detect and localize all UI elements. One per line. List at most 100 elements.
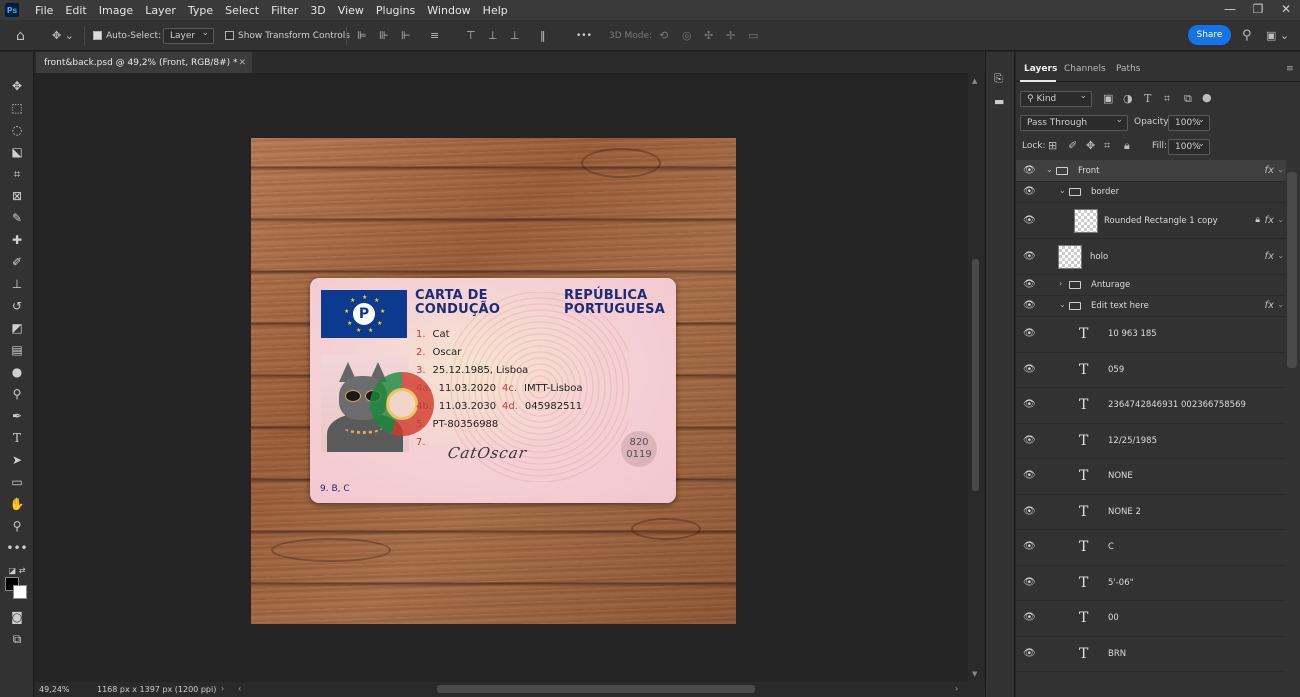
object-select-tool-icon[interactable]: ⬕ <box>7 143 27 161</box>
filter-adjustment-icon[interactable]: ◑ <box>1123 92 1133 105</box>
filter-kind-dropdown[interactable]: ⚲ Kind <box>1020 89 1092 107</box>
layer-row[interactable]: 👁︎ T C <box>1016 530 1286 566</box>
horizontal-scroll-thumb[interactable] <box>437 685 755 693</box>
tab-layers[interactable]: Layers <box>1024 64 1057 74</box>
minimize-button[interactable]: — <box>1216 0 1244 20</box>
collapse-group-icon[interactable]: ⌄ <box>1059 186 1066 195</box>
layer-row[interactable]: 👁︎ › Anturage <box>1016 275 1286 296</box>
frame-tool-icon[interactable]: ⊠ <box>7 187 27 205</box>
3d-rotate-icon[interactable]: ⟲ <box>659 20 668 51</box>
lock-artboard-icon[interactable]: ⌗ <box>1104 139 1110 153</box>
layer-row[interactable]: 👁︎ holo fx ⌄ <box>1016 239 1286 275</box>
align-middle-icon[interactable]: ⊥ <box>488 20 498 51</box>
visibility-eye-icon[interactable]: 👁︎ <box>1023 251 1036 262</box>
layer-row[interactable]: 👁︎ Rounded Rectangle 1 copy 🔒︎ fx ⌄ <box>1016 203 1286 239</box>
menu-edit[interactable]: Edit <box>59 4 92 17</box>
visibility-eye-icon[interactable]: 👁︎ <box>1023 435 1036 446</box>
visibility-eye-icon[interactable]: 👁︎ <box>1023 506 1036 517</box>
align-top-icon[interactable]: ⊤ <box>466 20 476 51</box>
scroll-right-icon[interactable]: › <box>955 684 958 693</box>
type-tool-icon[interactable]: T <box>7 429 27 447</box>
layer-row[interactable]: 👁︎ T 059 <box>1016 352 1286 388</box>
workspace-icon[interactable]: ▣ ⌄ <box>1266 20 1289 51</box>
layer-effects-icon[interactable]: fx <box>1265 300 1274 311</box>
show-transform-toggle[interactable]: Show Transform Controls <box>225 20 350 51</box>
share-button[interactable]: Share <box>1188 25 1231 45</box>
distribute-vertical-icon[interactable]: ‖ <box>540 20 546 51</box>
comments-panel-icon[interactable]: ▬ <box>994 95 1004 108</box>
layer-effects-icon[interactable]: fx <box>1265 165 1274 176</box>
menu-layer[interactable]: Layer <box>139 4 182 17</box>
healing-brush-tool-icon[interactable]: ✚ <box>7 231 27 249</box>
effects-expand-icon[interactable]: ⌄ <box>1277 251 1284 260</box>
home-icon[interactable]: ⌂ <box>16 20 25 51</box>
move-tool-preset-icon[interactable]: ✥ ⌄ <box>52 20 74 51</box>
menu-help[interactable]: Help <box>477 4 514 17</box>
close-tab-icon[interactable]: ✕ <box>238 58 246 68</box>
quick-mask-icon[interactable]: ◙ <box>7 608 27 626</box>
visibility-eye-icon[interactable]: 👁︎ <box>1023 400 1036 410</box>
panel-menu-icon[interactable]: ≡ <box>1286 64 1294 74</box>
layer-row[interactable]: 👁︎ T BRN <box>1016 636 1286 672</box>
effects-expand-icon[interactable]: ⌄ <box>1277 165 1284 174</box>
visibility-eye-icon[interactable]: 👁︎ <box>1023 215 1036 226</box>
status-menu-arrow-icon[interactable]: › <box>221 684 224 693</box>
menu-view[interactable]: View <box>332 4 370 17</box>
lock-position-icon[interactable]: ✥ <box>1086 139 1095 152</box>
visibility-eye-icon[interactable]: 👁︎ <box>1023 577 1036 588</box>
layer-row[interactable]: 👁︎ T 2364742846931 002366758569 <box>1016 388 1286 424</box>
layer-row[interactable]: 👁︎ ⌄ Front fx ⌄ <box>1016 160 1286 182</box>
filter-type-icon[interactable]: T <box>1144 92 1151 105</box>
search-icon[interactable]: ⚲ <box>1242 20 1252 51</box>
layer-row[interactable]: 👁︎ T NONE 2 <box>1016 494 1286 530</box>
layers-scroll-thumb[interactable] <box>1287 172 1297 368</box>
lock-all-icon[interactable]: 🔒︎ <box>1124 139 1130 153</box>
dodge-tool-icon[interactable]: ⚲ <box>7 385 27 403</box>
menu-window[interactable]: Window <box>421 4 476 17</box>
visibility-eye-icon[interactable]: 👁︎ <box>1023 280 1036 290</box>
visibility-eye-icon[interactable]: 👁︎ <box>1023 364 1036 375</box>
fill-input[interactable]: 100% <box>1168 137 1210 155</box>
history-panel-icon[interactable]: ⎘ <box>994 72 1003 86</box>
edit-toolbar-icon[interactable]: ••• <box>6 539 27 557</box>
blend-mode-dropdown[interactable]: Pass Through <box>1020 113 1128 131</box>
lasso-tool-icon[interactable]: ◌ <box>7 121 27 139</box>
filter-toggle-icon[interactable]: ● <box>1202 91 1212 104</box>
layer-row[interactable]: 👁︎ T 12/25/1985 <box>1016 423 1286 459</box>
hand-tool-icon[interactable]: ✋ <box>7 495 27 513</box>
menu-filter[interactable]: Filter <box>265 4 304 17</box>
distribute-icon[interactable]: ≡ <box>430 20 439 51</box>
zoom-level[interactable]: 49,24% <box>39 685 70 694</box>
layer-row[interactable]: 👁︎ T NONE <box>1016 459 1286 495</box>
marquee-tool-icon[interactable]: ⬚ <box>7 99 27 117</box>
layer-row[interactable]: 👁︎ T 5'-06" <box>1016 565 1286 601</box>
lock-transparent-icon[interactable]: ⊞ <box>1048 139 1057 152</box>
blur-tool-icon[interactable]: ● <box>7 363 27 381</box>
layer-effects-icon[interactable]: fx <box>1265 251 1274 262</box>
path-select-tool-icon[interactable]: ➤ <box>7 451 27 469</box>
screen-mode-icon[interactable]: ⧉ <box>7 630 27 648</box>
background-color-swatch[interactable] <box>13 585 27 599</box>
filter-shape-icon[interactable]: ⌗ <box>1164 92 1170 106</box>
crop-tool-icon[interactable]: ⌗ <box>7 165 27 183</box>
lock-image-icon[interactable]: ✐ <box>1068 139 1077 152</box>
auto-select-target-dropdown[interactable]: Layer <box>163 26 215 44</box>
history-brush-tool-icon[interactable]: ↺ <box>7 297 27 315</box>
close-button[interactable]: ✕ <box>1272 0 1300 20</box>
3d-pan-icon[interactable]: ✣ <box>704 20 713 51</box>
auto-select-checkbox[interactable] <box>93 31 102 40</box>
more-options-button[interactable]: ••• <box>576 20 592 51</box>
visibility-eye-icon[interactable]: 👁︎ <box>1023 329 1036 339</box>
pen-tool-icon[interactable]: ✒ <box>7 407 27 425</box>
visibility-eye-icon[interactable]: 👁︎ <box>1023 648 1036 659</box>
eyedropper-tool-icon[interactable]: ✎ <box>7 209 27 227</box>
3d-slide-icon[interactable]: ✢ <box>726 20 735 51</box>
align-center-icon[interactable]: ⊪ <box>379 20 389 51</box>
opacity-input[interactable]: 100% <box>1168 113 1210 131</box>
menu-select[interactable]: Select <box>219 4 265 17</box>
expand-group-icon[interactable]: › <box>1059 279 1062 288</box>
menu-file[interactable]: File <box>29 4 59 17</box>
effects-expand-icon[interactable]: ⌄ <box>1277 215 1284 224</box>
collapse-group-icon[interactable]: ⌄ <box>1046 165 1053 174</box>
move-tool-icon[interactable]: ✥ <box>7 77 27 95</box>
